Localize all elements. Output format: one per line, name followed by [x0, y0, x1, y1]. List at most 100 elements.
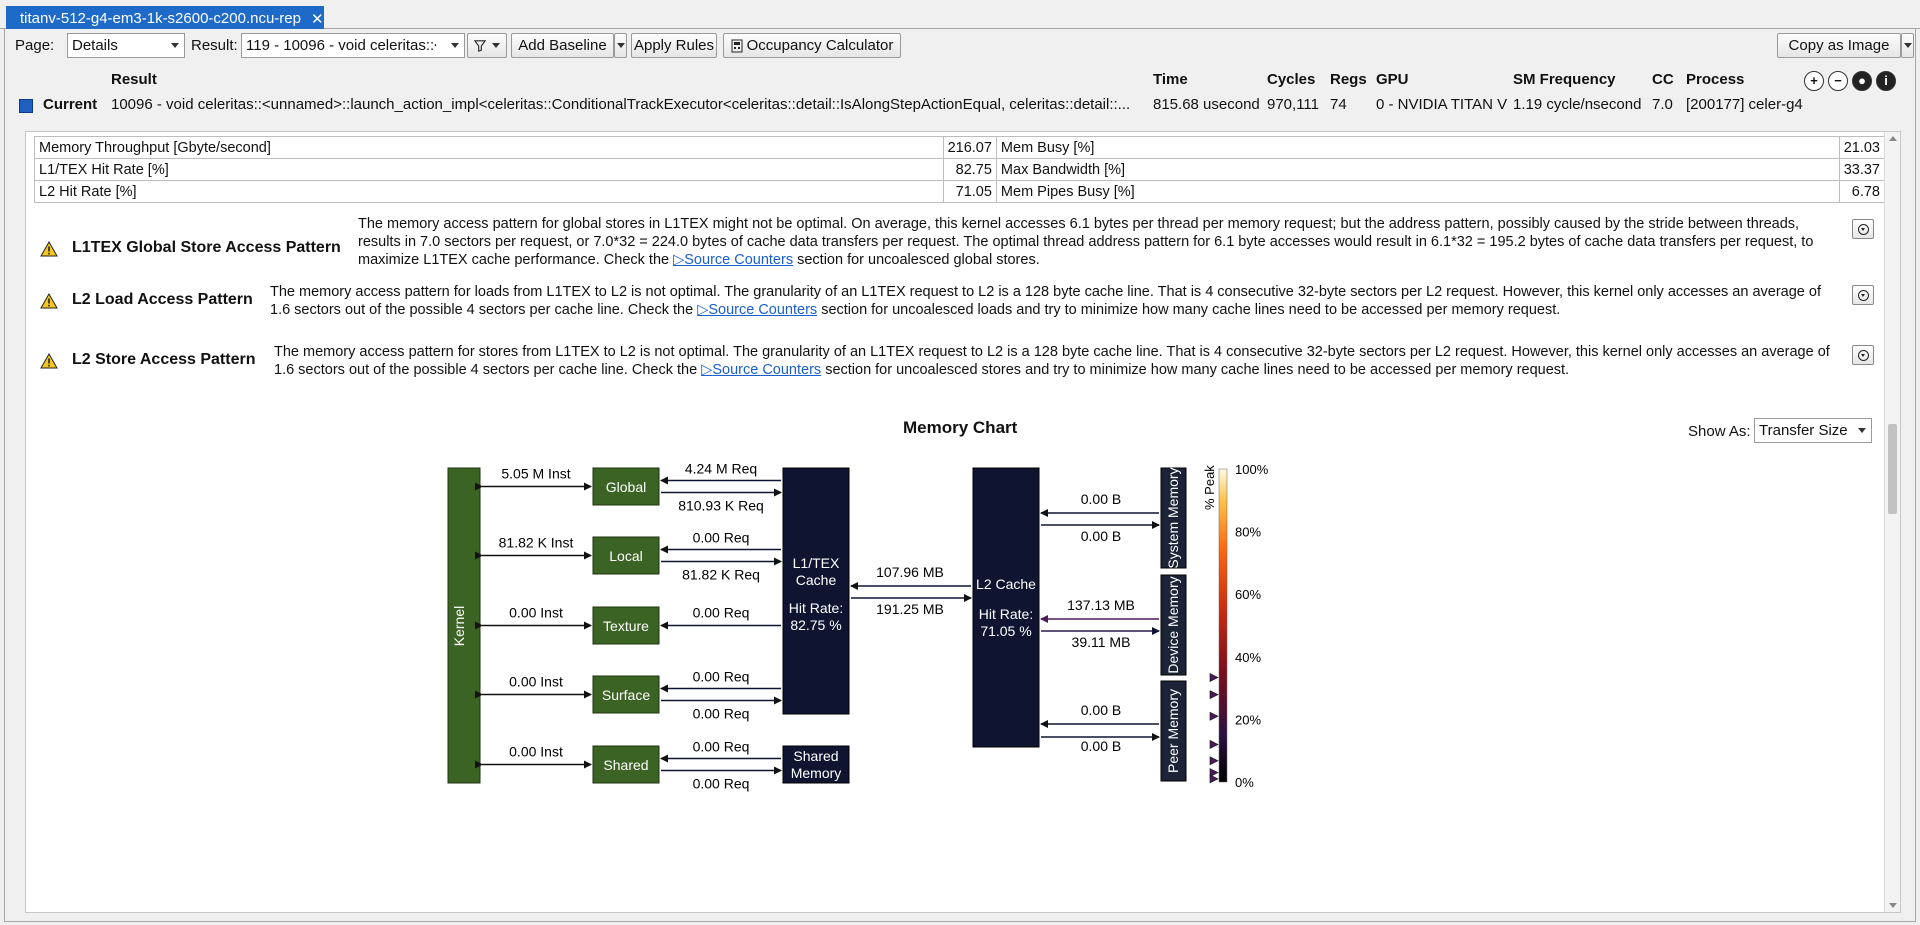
show-as-select[interactable]: Transfer Size [1754, 418, 1872, 443]
chevron-down-icon [1903, 43, 1912, 48]
copy-as-image-dropdown[interactable] [1901, 33, 1914, 58]
expand-rule-button[interactable] [1852, 345, 1874, 365]
request-label: 0.00 Req [693, 776, 750, 792]
request-label: 4.24 M Req [685, 461, 757, 477]
rule-title: L2 Store Access Pattern [72, 351, 256, 368]
inst-count-label: 81.82 K Inst [499, 535, 574, 551]
close-icon[interactable]: ✕ [311, 10, 324, 28]
rule-text: The memory access pattern for global sto… [358, 216, 1814, 268]
peak-marker [1209, 756, 1219, 766]
pin-icon[interactable]: ● [1852, 71, 1872, 91]
metric-label: L2 Hit Rate [%] [34, 180, 944, 203]
result-select[interactable]: 119 - 10096 - void celeritas::< [241, 33, 465, 58]
current-sm-frequency: 1.19 cycle/nsecond [1513, 96, 1642, 113]
add-baseline-dropdown[interactable] [614, 33, 627, 58]
details-panel: Memory Throughput [Gbyte/second] 216.07 … [25, 131, 1901, 913]
result-label: Result: [191, 37, 238, 54]
chevron-down-icon [616, 43, 625, 48]
expand-rule-button[interactable] [1852, 219, 1874, 239]
peak-marker [1209, 739, 1219, 749]
apply-rules-button[interactable]: Apply Rules [631, 33, 717, 58]
add-baseline-button[interactable]: Add Baseline [511, 33, 614, 58]
source-counters-link[interactable]: ▷Source Counters [697, 302, 817, 318]
current-gpu: 0 - NVIDIA TITAN V [1376, 96, 1508, 113]
rule-body: The memory access pattern for stores fro… [274, 343, 1842, 379]
l1tex-hit-label: Hit Rate: [789, 600, 843, 616]
chevron-down-icon [171, 43, 179, 48]
current-result-name[interactable]: 10096 - void celeritas::<unnamed>::launc… [111, 96, 1139, 113]
col-regs: Regs [1330, 71, 1367, 88]
col-cc: CC [1652, 71, 1674, 88]
scroll-up-icon[interactable] [1889, 136, 1897, 141]
col-gpu: GPU [1376, 71, 1409, 88]
link-label: Source Counters [712, 362, 822, 378]
peak-tick-label: 60% [1235, 587, 1261, 602]
rule-body: The memory access pattern for loads from… [270, 283, 1842, 319]
chevron-down-icon [492, 43, 500, 48]
metric-label: Memory Throughput [Gbyte/second] [34, 136, 944, 159]
peer-out-label: 0.00 B [1081, 738, 1121, 754]
link-label: Source Counters [708, 302, 818, 318]
memory-unit-label: Texture [603, 618, 649, 634]
peak-marker [1209, 711, 1219, 721]
request-label: 0.00 Req [693, 706, 750, 722]
l1tex-cache-box[interactable] [782, 467, 850, 715]
rule-text: section for uncoalesced loads and try to… [821, 302, 1561, 318]
memory-metrics-table: Memory Throughput [Gbyte/second] 216.07 … [34, 136, 1886, 203]
expand-rule-button[interactable] [1852, 285, 1874, 305]
result-select-value: 119 - 10096 - void celeritas::< [246, 37, 436, 54]
peak-marker [1209, 672, 1219, 682]
peak-legend-title: % Peak [1202, 465, 1217, 510]
warning-icon [40, 353, 58, 369]
page-select[interactable]: Details [67, 33, 185, 58]
rule-body: The memory access pattern for global sto… [358, 215, 1842, 269]
device-memory-label: Device Memory [1165, 576, 1181, 673]
current-process: [200177] celer-g4 [1686, 96, 1803, 113]
source-counters-link[interactable]: ▷Source Counters [701, 362, 821, 378]
shared-memory-label-1: Shared [793, 748, 838, 764]
memory-unit-label: Surface [602, 687, 650, 703]
chevron-down-icon [1858, 428, 1866, 433]
request-label: 0.00 Req [693, 605, 750, 621]
peer-in-label: 0.00 B [1081, 702, 1121, 718]
rule-text: section for uncoalesced global stores. [797, 252, 1040, 268]
table-row: L2 Hit Rate [%] 71.05 Mem Pipes Busy [%]… [34, 180, 1886, 203]
inst-count-label: 5.05 M Inst [501, 466, 570, 482]
kernel-label: Kernel [451, 606, 467, 646]
occupancy-calculator-button[interactable]: Occupancy Calculator [723, 33, 901, 58]
memory-chart-title: Memory Chart [903, 418, 1018, 437]
col-process: Process [1686, 71, 1745, 88]
system-in-label: 0.00 B [1081, 491, 1121, 507]
report-tab[interactable]: titanv-512-g4-em3-1k-s2600-c200.ncu-rep … [6, 6, 324, 29]
remove-icon[interactable]: − [1828, 71, 1848, 91]
current-row-label: Current [43, 96, 98, 113]
l1-l2-label: 191.25 MB [876, 601, 944, 617]
rule-l2-load: L2 Load Access Pattern The memory access… [34, 283, 1884, 323]
scroll-down-icon[interactable] [1889, 903, 1897, 908]
tab-title: titanv-512-g4-em3-1k-s2600-c200.ncu-rep [20, 10, 301, 27]
warning-icon [40, 293, 58, 309]
warning-icon [40, 241, 58, 257]
filter-button[interactable] [467, 33, 507, 58]
request-label: 0.00 Req [693, 530, 750, 546]
show-as-value: Transfer Size [1759, 422, 1848, 439]
link-label: Source Counters [684, 252, 794, 268]
peak-tick-label: 0% [1235, 775, 1254, 790]
vertical-scrollbar[interactable] [1884, 132, 1900, 912]
rule-title: L1TEX Global Store Access Pattern [72, 239, 341, 256]
l2-hit-value: 71.05 % [980, 623, 1031, 639]
metric-value: 216.07 [942, 136, 997, 159]
add-icon[interactable]: + [1804, 71, 1824, 91]
request-label: 810.93 K Req [678, 498, 764, 514]
page-label: Page: [15, 37, 55, 54]
source-counters-link[interactable]: ▷Source Counters [673, 252, 793, 268]
chevron-down-icon [1857, 349, 1869, 361]
copy-as-image-button[interactable]: Copy as Image [1777, 33, 1901, 58]
info-icon[interactable]: i [1876, 71, 1896, 91]
metric-label: Max Bandwidth [%] [995, 158, 1840, 181]
peer-memory-label: Peer Memory [1165, 689, 1181, 773]
scroll-thumb[interactable] [1888, 424, 1897, 514]
l1tex-hit-value: 82.75 % [790, 617, 841, 633]
shared-memory-label-2: Memory [791, 765, 842, 781]
metric-label: Mem Pipes Busy [%] [995, 180, 1840, 203]
